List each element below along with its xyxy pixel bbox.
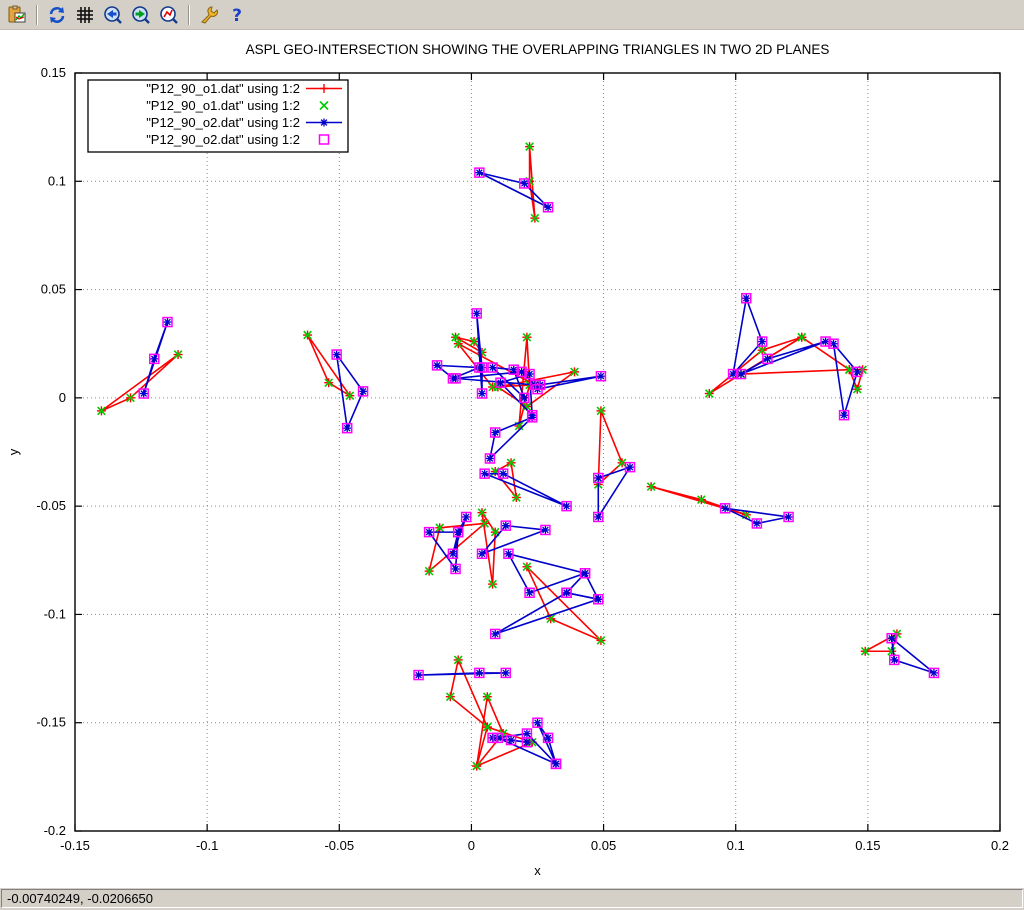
wrench-icon xyxy=(199,5,219,25)
status-bar: -0.00740249, -0.0206650 xyxy=(0,888,1024,910)
chart-title: ASPL GEO-INTERSECTION SHOWING THE OVERLA… xyxy=(246,42,830,57)
plot-border xyxy=(75,73,1000,831)
plot-canvas[interactable]: -0.15 -0.1 -0.05 0 0.05 0.1 0.15 0.2 0.15 0.1 0.05… xyxy=(0,30,1024,888)
blue-triangle xyxy=(508,554,585,593)
next-zoom-button[interactable] xyxy=(128,2,154,28)
x-axis-label: x xyxy=(534,863,541,878)
x-tick-label: 0.2 xyxy=(991,838,1009,853)
configure-button[interactable] xyxy=(196,2,222,28)
y-tick-label: 0 xyxy=(59,390,66,405)
legend-label: "P12_90_o1.dat" using 1:2 xyxy=(146,98,300,113)
svg-text:?: ? xyxy=(232,6,242,25)
help-button[interactable]: ? xyxy=(224,2,250,28)
grid-icon xyxy=(75,5,95,25)
blue-triangle xyxy=(419,673,506,675)
blue-triangle xyxy=(482,526,545,554)
x-tick-label: 0 xyxy=(468,838,475,853)
blue-triangle xyxy=(495,593,598,634)
toggle-grid-button[interactable] xyxy=(72,2,98,28)
x-tick-label: -0.15 xyxy=(60,838,90,853)
zoom-previous-icon xyxy=(103,5,123,25)
x-tick-label: 0.15 xyxy=(855,838,880,853)
y-tick-label: 0.05 xyxy=(41,282,66,297)
zoom-next-icon xyxy=(131,5,151,25)
x-tick-label: 0.05 xyxy=(591,838,616,853)
x-tick-label: -0.1 xyxy=(196,838,218,853)
help-icon: ? xyxy=(227,5,247,25)
toolbar-separator xyxy=(36,5,38,25)
previous-zoom-button[interactable] xyxy=(100,2,126,28)
blue-triangle xyxy=(485,474,567,506)
refresh-icon xyxy=(47,5,67,25)
x-tick-label: -0.05 xyxy=(324,838,354,853)
plot-svg[interactable]: -0.15 -0.1 -0.05 0 0.05 0.1 0.15 0.2 0.15 0.1 0.05… xyxy=(0,30,1024,888)
y-tick-label: -0.1 xyxy=(44,606,66,621)
y-tick-label: -0.15 xyxy=(36,715,66,730)
y-axis-label: y xyxy=(6,448,21,455)
toolbar-separator xyxy=(188,5,190,25)
x-tick-label: 0.1 xyxy=(727,838,745,853)
autoscale-button[interactable] xyxy=(156,2,182,28)
toolbar: ? xyxy=(0,0,1024,30)
blue-triangle xyxy=(453,517,466,554)
legend-label: "P12_90_o2.dat" using 1:2 xyxy=(146,115,300,130)
y-tick-label: -0.2 xyxy=(44,823,66,838)
y-tick-label: 0.15 xyxy=(41,65,66,80)
legend-label: "P12_90_o2.dat" using 1:2 xyxy=(146,132,300,147)
y-tick-label: 0.1 xyxy=(48,173,66,188)
red-triangle xyxy=(651,487,746,515)
blue-triangle xyxy=(538,376,601,389)
red-triangle xyxy=(101,355,178,411)
blue-triangle xyxy=(490,417,532,458)
copy-to-clipboard-button[interactable] xyxy=(4,2,30,28)
blue-triangle xyxy=(479,173,548,208)
replot-button[interactable] xyxy=(44,2,70,28)
legend-label: "P12_90_o1.dat" using 1:2 xyxy=(146,81,300,96)
y-tick-label: -0.05 xyxy=(36,498,66,513)
mouse-coordinates: -0.00740249, -0.0206650 xyxy=(1,889,1023,908)
zoom-reset-icon xyxy=(159,5,179,25)
copy-plot-icon xyxy=(7,5,27,25)
